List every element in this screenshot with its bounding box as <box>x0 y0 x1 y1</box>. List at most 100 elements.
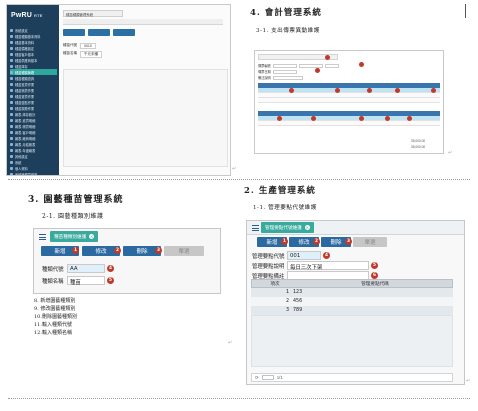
management-point-app: 管理要點代號維護 × 新增 1 修改 2 刪除 3 單選 管理要點代號 001 4… <box>246 220 465 385</box>
voucher-memo-row: 備註說明 <box>258 75 303 80</box>
list-header: 項次 管理要點代碼 <box>251 279 453 288</box>
menu-item-icon <box>10 172 13 175</box>
badge-3: 3 <box>345 238 352 245</box>
horticulture-subheading: 2-1. 園藝種類別維護 <box>42 213 104 220</box>
list-empty-area <box>251 315 453 367</box>
page-input[interactable] <box>261 375 274 380</box>
menu-item-icon <box>10 118 13 122</box>
menu-item-icon <box>10 112 13 116</box>
badge-5: 5 <box>371 262 378 269</box>
badge <box>315 68 320 73</box>
sidebar-item-label: 報表-庫存統計 <box>15 112 36 117</box>
seed-name-input[interactable]: 千元未種 <box>80 51 102 58</box>
menu-item-icon <box>10 130 13 134</box>
table-row[interactable] <box>258 121 440 126</box>
category-name-input[interactable]: 種苗 <box>67 276 105 286</box>
sidebar-item-label: 種苗基本資料 <box>15 40 35 45</box>
badge <box>431 88 436 93</box>
table-row[interactable] <box>258 98 440 103</box>
tab-management-point[interactable]: 管理要點代號維護 × <box>261 222 314 233</box>
select-button[interactable]: 單選 <box>164 246 204 256</box>
menu-item-icon <box>10 142 13 146</box>
menu-item-icon <box>10 64 13 68</box>
pager: ⟳ 1/1 <box>251 373 453 382</box>
sidebar-item-label: 種苗種類基本資料 <box>15 34 41 39</box>
sidebar-item-label: 報表-客戶明細 <box>15 130 36 135</box>
tab-seed-category[interactable]: 種苗種類別維護 × <box>50 231 99 242</box>
badge-2: 2 <box>313 238 320 245</box>
menu-item-icon <box>10 94 13 98</box>
sidebar-item-label: 種苗種類查詢 <box>15 76 35 81</box>
table-row[interactable]: 1 123 <box>251 288 453 297</box>
badge-5: 5 <box>107 277 114 284</box>
refresh-icon[interactable]: ⟳ <box>255 375 259 381</box>
voucher-no-row: 傳票編號 <box>258 63 339 68</box>
page-break <box>8 179 470 180</box>
badge <box>359 62 364 67</box>
menu-item-icon <box>10 58 13 62</box>
action-buttons <box>63 29 135 37</box>
sidebar-item-label: 系統管理員維護 <box>15 172 38 176</box>
menu-item-icon <box>10 40 13 44</box>
sidebar-item-label: 系統 <box>15 160 22 165</box>
menu-item-icon <box>10 124 13 128</box>
point-code-input[interactable]: 001 <box>287 251 321 260</box>
debit-total: 35,000.00 <box>411 139 426 143</box>
sidebar-item-label: 種苗調撥作業 <box>15 106 35 111</box>
badge <box>359 116 364 121</box>
menu-icon[interactable] <box>252 225 259 231</box>
badge <box>395 88 400 93</box>
badge-3: 3 <box>155 247 162 254</box>
category-code-input[interactable]: AA <box>67 264 105 273</box>
badge-1: 1 <box>281 238 288 245</box>
delete-button[interactable] <box>113 29 135 36</box>
list-item: 10.刪除園藝種類別 <box>34 314 77 321</box>
list-item: 8. 新增園藝種類別 <box>34 298 76 304</box>
paragraph-mark: ↵ <box>448 150 453 156</box>
menu-item-icon <box>10 166 13 170</box>
seed-code-input[interactable]: 0010 <box>80 43 96 49</box>
sidebar-item-label: 種苗銷貨作業 <box>15 88 35 93</box>
accounting-subheading: 3-1. 支出傳票異動維護 <box>256 28 320 34</box>
seed-code-field: 種苗代號 0010 <box>63 43 96 49</box>
sidebar-item-label: 報表-年度報表 <box>15 148 36 153</box>
empty-grid-area <box>63 69 228 167</box>
badge-4: 4 <box>323 252 330 259</box>
list-item: 11.輸入種類代號 <box>34 322 72 329</box>
sidebar-item-label: 報表-進貨明細 <box>15 118 36 123</box>
menu-item-icon <box>10 28 13 32</box>
sidebar-item-label: 報表-銷貨明細 <box>15 124 36 129</box>
sidebar-item-label: 種苗進貨作業 <box>15 82 35 87</box>
edit-button[interactable] <box>88 29 110 36</box>
badge-4: 4 <box>107 265 114 272</box>
production-heading: 2. 生產管理系統 <box>244 186 316 196</box>
paragraph-mark: ↵ <box>232 166 237 172</box>
add-button[interactable] <box>63 29 85 36</box>
badge <box>311 116 316 121</box>
column-header-no[interactable]: 項次 <box>252 281 298 287</box>
sidebar-item-label: 報表-月結帳表 <box>15 142 36 147</box>
menu-item-icon <box>10 34 13 38</box>
menu-icon[interactable] <box>39 234 46 240</box>
app-tab[interactable]: 種苗種類管理系統 <box>63 10 123 17</box>
production-subheading: 1-1. 管理要點代號維護 <box>253 205 317 211</box>
badge <box>335 88 340 93</box>
sidebar-item-label: 其他設定 <box>15 154 28 159</box>
paragraph-mark: ↵ <box>228 340 233 346</box>
accounting-heading: 4. 會計管理系統 <box>250 8 322 18</box>
badge-2: 2 <box>114 247 121 254</box>
close-icon[interactable]: × <box>89 234 95 239</box>
toolbar <box>63 19 223 25</box>
point-desc-input[interactable]: 每日三次下架 <box>287 261 369 271</box>
close-icon[interactable]: × <box>304 225 310 230</box>
badge <box>289 88 294 93</box>
sidebar-item-label: 種苗盤點作業 <box>15 100 35 105</box>
app-logo: PwRU RTE <box>11 12 43 19</box>
menu-item-icon <box>10 100 13 104</box>
sidebar-item[interactable]: 系統管理員維護 <box>10 171 57 176</box>
menu-item-icon <box>10 136 13 140</box>
table-row[interactable]: 2 456 <box>251 297 453 306</box>
column-header-code[interactable]: 管理要點代碼 <box>298 281 452 287</box>
select-button[interactable]: 單選 <box>353 237 387 247</box>
table-row[interactable]: 3 789 <box>251 306 453 315</box>
